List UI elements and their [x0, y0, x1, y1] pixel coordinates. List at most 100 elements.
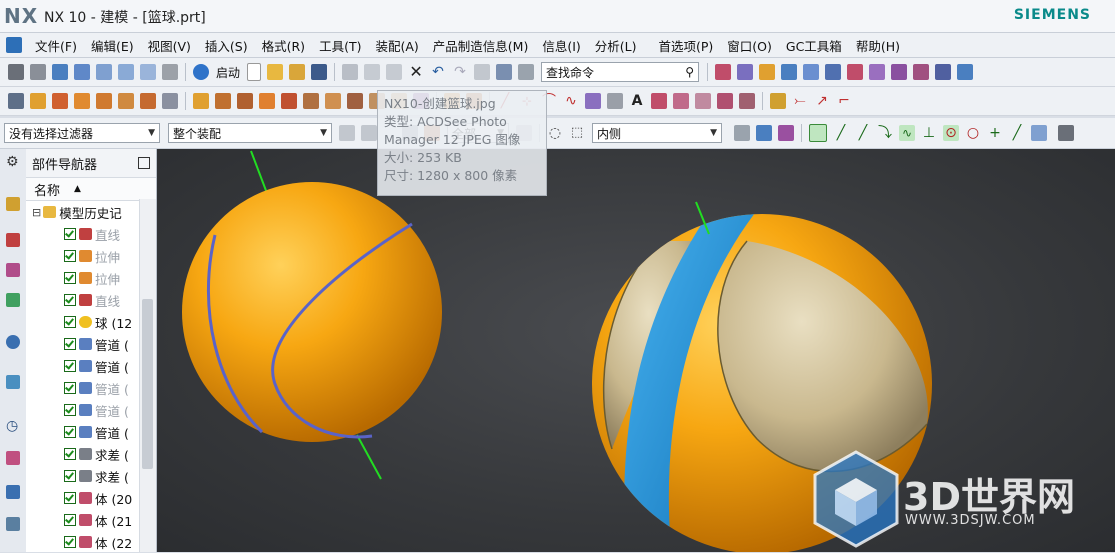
selection-filter-dropdown[interactable]: 没有选择过滤器 ▼ — [4, 123, 160, 143]
select-all-icon[interactable] — [361, 125, 377, 141]
grid-icon[interactable] — [8, 64, 24, 80]
subtract-tool-icon[interactable] — [215, 93, 231, 109]
visibility-checkbox[interactable] — [64, 272, 76, 284]
visibility-checkbox[interactable] — [64, 250, 76, 262]
reuse-library-icon[interactable] — [6, 293, 20, 307]
snap-grid-icon[interactable] — [1058, 125, 1074, 141]
view-right-icon[interactable] — [118, 64, 134, 80]
view-front-icon[interactable] — [74, 64, 90, 80]
offset-curve-icon[interactable] — [651, 93, 667, 109]
constraint-navigator-icon[interactable] — [6, 233, 20, 247]
tree-item[interactable]: 直线 — [28, 223, 156, 245]
web-browser-icon[interactable] — [6, 375, 20, 389]
tree-item[interactable]: 管道 ( — [28, 377, 156, 399]
select-body-icon[interactable] — [756, 125, 772, 141]
background-icon[interactable] — [162, 64, 178, 80]
rectangle-select-icon[interactable]: ⬚ — [569, 125, 585, 141]
visibility-checkbox[interactable] — [64, 404, 76, 416]
intersect-curve-icon[interactable] — [695, 93, 711, 109]
tree-item[interactable]: 管道 ( — [28, 399, 156, 421]
manufacturing-wizard-icon[interactable] — [6, 517, 20, 531]
left-ball[interactable] — [182, 150, 442, 480]
select-component-icon[interactable] — [778, 125, 794, 141]
extend-curve-icon[interactable]: ↗ — [814, 93, 830, 109]
save-icon[interactable] — [311, 64, 328, 80]
visibility-checkbox[interactable] — [64, 382, 76, 394]
hole-icon[interactable] — [281, 93, 297, 109]
split-body-icon[interactable] — [913, 64, 930, 80]
process-studio-icon[interactable] — [6, 485, 20, 499]
tree-item[interactable]: 拉伸 — [28, 267, 156, 289]
snap-midpoint-icon[interactable]: ╱ — [833, 125, 849, 141]
snap-control-icon[interactable]: ╱ — [855, 125, 871, 141]
menu-tools[interactable]: 工具(T) — [312, 36, 368, 55]
tree-item[interactable]: 管道 ( — [28, 355, 156, 377]
history-icon[interactable]: ◷ — [6, 419, 20, 433]
visibility-checkbox[interactable] — [64, 448, 76, 460]
undo-icon[interactable]: ↶ — [430, 64, 446, 80]
menu-edit[interactable]: 编辑(E) — [84, 36, 141, 55]
hd3d-tools-icon[interactable] — [6, 335, 20, 349]
intersect-icon[interactable] — [237, 93, 253, 109]
revolve-icon[interactable] — [52, 93, 68, 109]
window-icon[interactable] — [518, 64, 535, 80]
tree-item[interactable]: 拉伸 — [28, 245, 156, 267]
navigator-scrollbar[interactable] — [139, 199, 156, 552]
select-icon[interactable] — [8, 93, 24, 109]
recent-icon[interactable] — [289, 64, 306, 80]
start-button[interactable]: 启动 — [216, 64, 240, 81]
snap-quadrant-icon[interactable]: ○ — [965, 125, 981, 141]
snap-perp-icon[interactable]: ⊥ — [921, 125, 937, 141]
visibility-checkbox[interactable] — [64, 536, 76, 548]
mirror-icon[interactable] — [869, 64, 886, 80]
scrollbar-thumb[interactable] — [142, 299, 153, 469]
offset-face-icon[interactable] — [935, 64, 952, 80]
helix-icon[interactable] — [585, 93, 601, 109]
tree-item[interactable]: 球 (12 — [28, 311, 156, 333]
visibility-checkbox[interactable] — [64, 426, 76, 438]
visibility-checkbox[interactable] — [64, 514, 76, 526]
visibility-checkbox[interactable] — [64, 492, 76, 504]
visibility-checkbox[interactable] — [64, 360, 76, 372]
system-materials-icon[interactable] — [6, 451, 20, 465]
shell-icon[interactable] — [803, 64, 820, 80]
tree-item[interactable]: 体 (21 — [28, 509, 156, 531]
menu-file[interactable]: 文件(F) — [28, 36, 84, 55]
tree-item[interactable]: 体 (20 — [28, 487, 156, 509]
menu-pmi[interactable]: 产品制造信息(M) — [426, 36, 536, 55]
settings-gear-icon[interactable]: ⚙ — [6, 155, 20, 169]
menu-preferences[interactable]: 首选项(P) — [652, 36, 721, 55]
menu-analysis[interactable]: 分析(L) — [588, 36, 644, 55]
part-navigator-icon[interactable] — [6, 263, 20, 277]
maximize-icon[interactable] — [138, 157, 150, 169]
edge-blend-icon[interactable] — [759, 64, 776, 80]
select-feature-icon[interactable] — [734, 125, 750, 141]
visibility-checkbox[interactable] — [64, 316, 76, 328]
pocket-icon[interactable] — [347, 93, 363, 109]
menu-format[interactable]: 格式(R) — [255, 36, 312, 55]
spline-icon[interactable]: ∿ — [563, 93, 579, 109]
menu-help[interactable]: 帮助(H) — [849, 36, 907, 55]
tree-item[interactable]: 求差 ( — [28, 465, 156, 487]
open-folder-icon[interactable] — [267, 64, 284, 80]
snap-existing-icon[interactable]: + — [987, 125, 1003, 141]
pattern-icon[interactable] — [847, 64, 864, 80]
start-icon[interactable] — [193, 64, 209, 80]
column-header-name[interactable]: 名称 ▲ — [26, 178, 156, 201]
new-file-icon[interactable] — [247, 63, 262, 81]
visibility-checkbox[interactable] — [64, 294, 76, 306]
view-iso-icon[interactable] — [140, 64, 156, 80]
collapse-icon[interactable]: ⊟ — [32, 206, 41, 219]
filter-settings-icon[interactable] — [339, 125, 355, 141]
assembly-navigator-icon[interactable] — [6, 197, 20, 211]
search-icon[interactable]: ⚲ — [685, 65, 694, 79]
paste-icon[interactable] — [386, 64, 403, 80]
chamfer-icon[interactable] — [781, 64, 798, 80]
tree-item[interactable]: 求差 ( — [28, 443, 156, 465]
sphere-tool-icon[interactable] — [140, 93, 156, 109]
selection-mode-dropdown[interactable]: 内侧 ▼ — [592, 123, 722, 143]
command-search-input[interactable]: 查找命令 ⚲ — [541, 62, 700, 82]
app-menu-icon[interactable] — [6, 37, 22, 53]
menu-window[interactable]: 窗口(O) — [720, 36, 779, 55]
shaded-cube-icon[interactable] — [52, 64, 68, 80]
